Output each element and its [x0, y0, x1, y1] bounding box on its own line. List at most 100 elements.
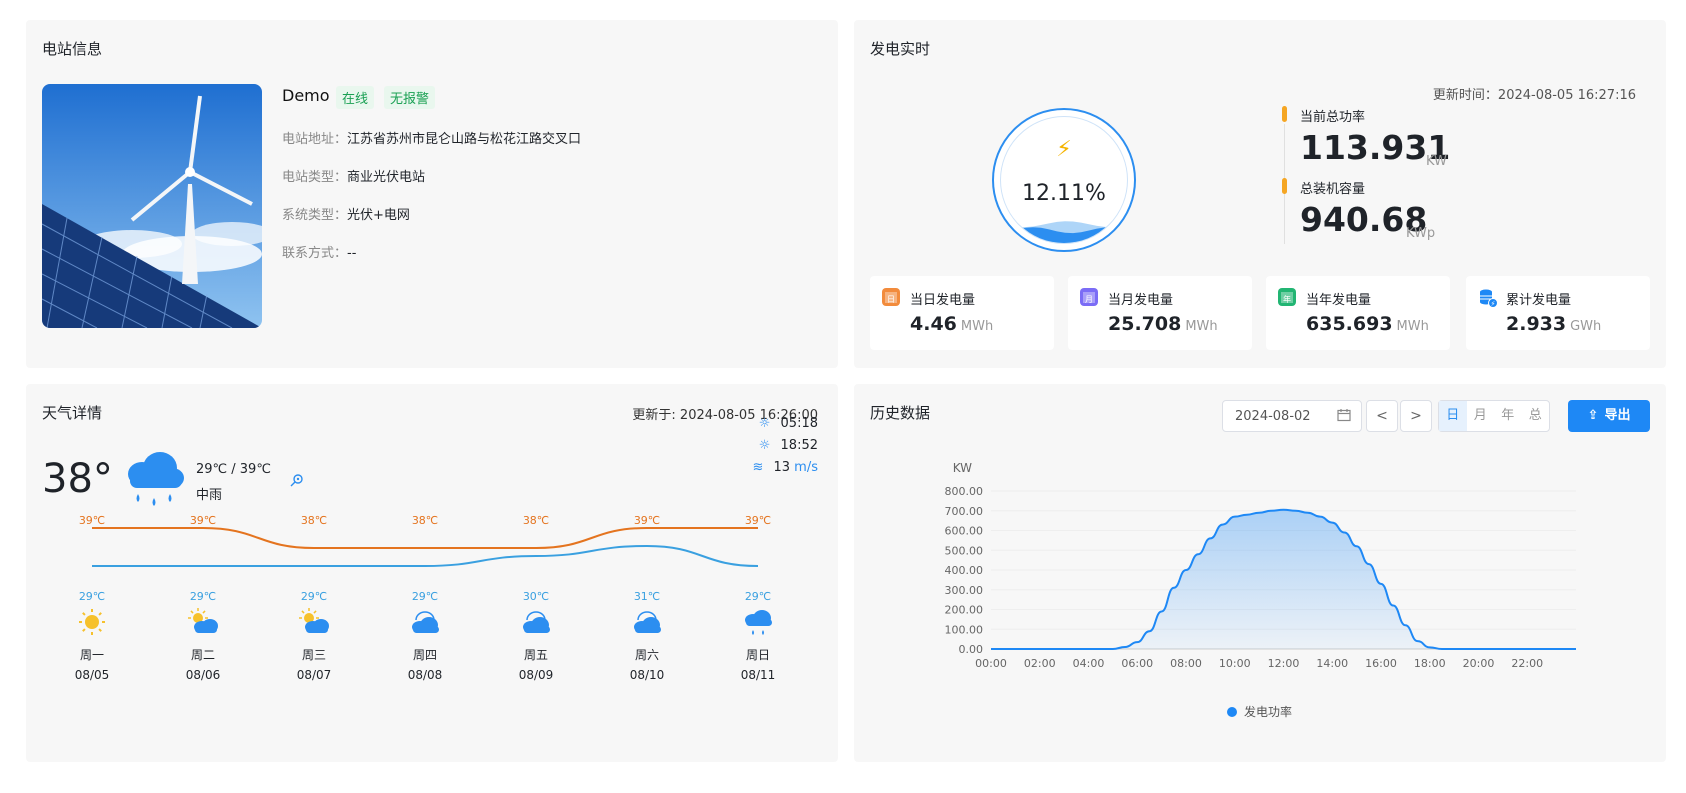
- y-tick-label: 400.00: [945, 564, 984, 577]
- date-picker[interactable]: 2024-08-02: [1222, 400, 1362, 432]
- y-tick-label: 100.00: [945, 623, 984, 636]
- realtime-title: 发电实时: [870, 40, 931, 58]
- cloudy-icon: [506, 608, 566, 638]
- info-key: 联系方式：: [282, 246, 348, 261]
- stat-unit: MWh: [1185, 319, 1218, 334]
- sunrise-icon: ☼: [758, 416, 771, 431]
- status-badge-alarm: 无报警: [384, 86, 436, 109]
- x-tick-label: 10:00: [1219, 657, 1251, 670]
- stat-label: 当月发电量: [1108, 293, 1174, 308]
- forecast-weekday: 周一: [79, 648, 104, 662]
- tab-year[interactable]: 年: [1494, 401, 1522, 431]
- info-key: 系统类型：: [282, 208, 348, 223]
- tab-total[interactable]: 总: [1522, 401, 1550, 431]
- status-badge-online: 在线: [336, 86, 375, 109]
- forecast-high: 39℃: [78, 514, 106, 527]
- partly-cloudy-icon: [173, 608, 233, 638]
- current-power-label: 当前总功率: [1300, 110, 1366, 125]
- forecast-low: 31℃: [633, 590, 661, 603]
- y-tick-label: 0.00: [959, 643, 984, 656]
- forecast-high: 39℃: [633, 514, 661, 527]
- legend-label: 发电功率: [1244, 704, 1292, 719]
- info-value: 商业光伏电站: [347, 170, 426, 185]
- stat-value: 25.708 MWh: [1108, 313, 1218, 335]
- info-value: --: [347, 246, 357, 261]
- rain-icon: [728, 608, 788, 638]
- forecast-low: 29℃: [300, 590, 328, 603]
- capacity-label: 总装机容量: [1300, 182, 1366, 197]
- forecast-high: 39℃: [189, 514, 217, 527]
- stat-monthly-energy: 月 当月发电量 25.708 MWh: [1068, 276, 1252, 350]
- x-tick-label: 20:00: [1463, 657, 1495, 670]
- tab-month[interactable]: 月: [1467, 401, 1495, 431]
- forecast-day: 39℃ 31℃ 周六 08/10: [617, 514, 677, 684]
- x-tick-label: 16:00: [1365, 657, 1397, 670]
- gauge-percentage: 12.11%: [1022, 181, 1106, 206]
- stat-unit: MWh: [1396, 319, 1429, 334]
- y-tick-label: 700.00: [945, 505, 984, 518]
- calendar-year-icon: 年: [1278, 288, 1296, 306]
- wind-speed: 13: [773, 460, 791, 475]
- sunset-row: ☼ 18:52: [759, 438, 818, 453]
- zoom-search-icon[interactable]: [290, 472, 304, 491]
- forecast-date: 08/08: [407, 668, 443, 682]
- sunrise-row: ☼ 05:18: [759, 416, 818, 431]
- weather-description: 中雨: [196, 488, 223, 503]
- capacity-unit: KWp: [1406, 226, 1436, 241]
- info-row-contact: 联系方式：--: [282, 242, 356, 261]
- weather-card: 天气详情 更新于: 2024-08-05 16:26:00 38° 29℃ / …: [26, 384, 838, 762]
- wind-row: ≋ 13 m/s: [752, 460, 818, 475]
- forecast-weekday: 周二: [190, 648, 215, 662]
- x-tick-label: 00:00: [975, 657, 1007, 670]
- x-tick-label: 06:00: [1121, 657, 1153, 670]
- wind-unit: m/s: [794, 460, 818, 475]
- forecast-high: 38℃: [411, 514, 439, 527]
- forecast-date: 08/11: [740, 668, 776, 682]
- metric-marker: [1282, 106, 1287, 122]
- export-button[interactable]: ⇪ 导出: [1568, 400, 1650, 432]
- forecast-day: 39℃ 29℃ 周日 08/11: [728, 514, 788, 684]
- stat-total-energy: ⚡ 累计发电量 2.933 GWh: [1466, 276, 1650, 350]
- next-date-button[interactable]: >: [1400, 400, 1432, 432]
- lightning-icon: ⚡: [1056, 137, 1072, 162]
- x-tick-label: 14:00: [1316, 657, 1348, 670]
- forecast-day: 38℃ 29℃ 周三 08/07: [284, 514, 344, 684]
- info-key: 电站地址：: [282, 132, 348, 147]
- weather-title: 天气详情: [42, 404, 103, 422]
- realtime-card: 发电实时 更新时间：2024-08-05 16:27:16 ⚡ 12.11% 当…: [854, 20, 1666, 368]
- forecast-day: 38℃ 30℃ 周五 08/09: [506, 514, 566, 684]
- x-tick-label: 04:00: [1073, 657, 1105, 670]
- realtime-update-time: 更新时间：2024-08-05 16:27:16: [1432, 88, 1636, 103]
- info-value: 江苏省苏州市昆仑山路与松花江路交叉口: [347, 132, 582, 147]
- power-history-chart: 0.00 100.00 200.00 300.00 400.00 500.00 600.00…: [945, 461, 1576, 719]
- heavy-rain-icon: [122, 450, 188, 516]
- forecast-low: 29℃: [411, 590, 439, 603]
- wind-icon: ≋: [752, 460, 764, 475]
- sunny-icon: [62, 608, 122, 638]
- forecast-high: 39℃: [744, 514, 772, 527]
- y-axis-label: KW: [953, 461, 972, 475]
- calendar-icon: [1337, 408, 1351, 426]
- stat-daily-energy: 日 当日发电量 4.46 MWh: [870, 276, 1054, 350]
- svg-text:⚡: ⚡: [1491, 300, 1496, 308]
- forecast-date: 08/05: [74, 668, 110, 682]
- forecast-weekday: 周日: [745, 648, 770, 662]
- x-tick-label: 22:00: [1511, 657, 1543, 670]
- upload-icon: ⇪: [1587, 408, 1599, 423]
- tab-day[interactable]: 日: [1439, 401, 1467, 431]
- temperature-range: 29℃ / 39℃: [196, 462, 271, 477]
- forecast-date: 08/07: [296, 668, 332, 682]
- svg-text:日: 日: [887, 295, 895, 304]
- sunset-time: 18:52: [780, 438, 818, 453]
- forecast-date: 08/06: [185, 668, 221, 682]
- svg-text:月: 月: [1085, 295, 1093, 304]
- calendar-day-icon: 日: [882, 288, 900, 306]
- forecast-day: 38℃ 29℃ 周四 08/08: [395, 514, 455, 684]
- stat-label: 当年发电量: [1306, 293, 1372, 308]
- stat-value: 2.933 GWh: [1506, 313, 1602, 335]
- forecast-low: 29℃: [78, 590, 106, 603]
- y-tick-label: 600.00: [945, 525, 984, 538]
- info-key: 电站类型：: [282, 170, 348, 185]
- prev-date-button[interactable]: <: [1366, 400, 1398, 432]
- info-row-station-type: 电站类型：商业光伏电站: [282, 166, 425, 185]
